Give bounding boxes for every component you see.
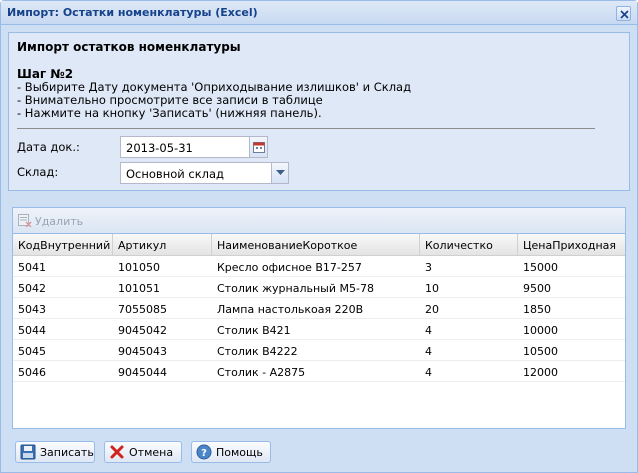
chevron-down-icon — [276, 170, 285, 175]
cancel-button-label: Отмена — [129, 446, 174, 459]
window-titlebar[interactable]: Импорт: Остатки номенклатуры (Excel) — [1, 1, 637, 25]
cell-code: 5041 — [18, 261, 46, 274]
date-picker-button[interactable] — [249, 137, 267, 157]
column-header[interactable]: Артикул — [113, 234, 212, 256]
grid-toolbar: Удалить — [13, 208, 625, 234]
column-header[interactable]: КодВнутренний — [13, 234, 113, 256]
step-title: Шаг №2 — [17, 67, 74, 81]
cell-price: 9500 — [523, 282, 551, 295]
table-row[interactable]: 5042 101051 Столик журнальный М5-78 10 9… — [13, 277, 625, 298]
save-button-label: Записать — [40, 446, 94, 459]
cell-article: 101050 — [118, 261, 160, 274]
cell-quantity: 4 — [425, 345, 432, 358]
save-button[interactable]: Записать — [15, 441, 95, 463]
svg-text:?: ? — [201, 448, 207, 459]
cell-price: 1850 — [523, 303, 551, 316]
cell-price: 15000 — [523, 261, 558, 274]
column-header[interactable]: Количестко — [420, 234, 518, 256]
close-icon — [620, 10, 629, 19]
cell-name: Столик В4222 — [217, 345, 298, 358]
step-panel: Импорт остатков номенклатуры Шаг №2 - Вы… — [8, 32, 630, 191]
document-date-value[interactable]: 2013-05-31 — [126, 141, 193, 155]
cell-price: 12000 — [523, 366, 558, 379]
cell-code: 5042 — [18, 282, 46, 295]
red-x-icon — [110, 445, 124, 459]
cell-quantity: 3 — [425, 261, 432, 274]
window-title: Импорт: Остатки номенклатуры (Excel) — [7, 6, 258, 19]
warehouse-dropdown-button[interactable] — [271, 163, 288, 183]
date-label: Дата док.: — [17, 140, 80, 154]
cell-article: 9045044 — [118, 366, 167, 379]
cell-name: Столик В421 — [217, 324, 291, 337]
cell-name: Кресло офисное В17-257 — [217, 261, 362, 274]
cell-price: 10000 — [523, 324, 558, 337]
cell-name: Столик журнальный М5-78 — [217, 282, 374, 295]
help-icon: ? — [196, 444, 212, 460]
cell-quantity: 10 — [425, 282, 439, 295]
table-row[interactable]: 5045 9045043 Столик В4222 4 10500 — [13, 340, 625, 361]
cell-quantity: 4 — [425, 366, 432, 379]
cell-article: 7055085 — [118, 303, 167, 316]
column-header[interactable]: ЦенаПриходная — [518, 234, 625, 256]
cell-name: Лампа настолькоая 220В — [217, 303, 364, 316]
document-date-field[interactable]: 2013-05-31 — [120, 136, 268, 158]
cell-quantity: 4 — [425, 324, 432, 337]
warehouse-label: Склад: — [17, 165, 59, 179]
import-window: Импорт: Остатки номенклатуры (Excel) Имп… — [0, 0, 638, 473]
grid-body: 5041 101050 Кресло офисное В17-257 3 150… — [13, 256, 625, 382]
instruction-line: - Нажмите на кнопку 'Записать' (нижняя п… — [17, 106, 322, 120]
items-grid: Удалить КодВнутренний Артикул Наименован… — [12, 207, 626, 429]
table-row[interactable]: 5041 101050 Кресло офисное В17-257 3 150… — [13, 256, 625, 277]
cell-name: Столик - А2875 — [217, 366, 306, 379]
panel-heading: Импорт остатков номенклатуры — [17, 40, 241, 54]
cancel-button[interactable]: Отмена — [104, 441, 182, 463]
separator — [17, 128, 595, 129]
floppy-disk-icon — [20, 444, 36, 460]
warehouse-select[interactable]: Основной склад — [120, 162, 289, 184]
cell-quantity: 20 — [425, 303, 439, 316]
column-header[interactable]: НаименованиеКороткое — [212, 234, 420, 256]
calendar-icon — [253, 142, 265, 153]
table-row[interactable]: 5046 9045044 Столик - А2875 4 12000 — [13, 361, 625, 382]
delete-row-icon — [18, 214, 32, 227]
help-button-label: Помощь — [216, 446, 263, 459]
cell-article: 9045042 — [118, 324, 167, 337]
cell-code: 5045 — [18, 345, 46, 358]
cell-code: 5044 — [18, 324, 46, 337]
table-row[interactable]: 5044 9045042 Столик В421 4 10000 — [13, 319, 625, 340]
cell-price: 10500 — [523, 345, 558, 358]
cell-article: 9045043 — [118, 345, 167, 358]
warehouse-value[interactable]: Основной склад — [126, 167, 224, 181]
cell-code: 5046 — [18, 366, 46, 379]
instructions: - Выбирите Дату документа 'Оприходывание… — [17, 81, 411, 120]
cell-code: 5043 — [18, 303, 46, 316]
table-row[interactable]: 5043 7055085 Лампа настолькоая 220В 20 1… — [13, 298, 625, 319]
close-button[interactable] — [616, 6, 631, 21]
delete-button-label: Удалить — [35, 215, 84, 228]
delete-button[interactable]: Удалить — [18, 214, 83, 228]
help-button[interactable]: ? Помощь — [191, 441, 271, 463]
grid-header: КодВнутренний Артикул НаименованиеКоротк… — [13, 234, 625, 256]
cell-article: 101051 — [118, 282, 160, 295]
